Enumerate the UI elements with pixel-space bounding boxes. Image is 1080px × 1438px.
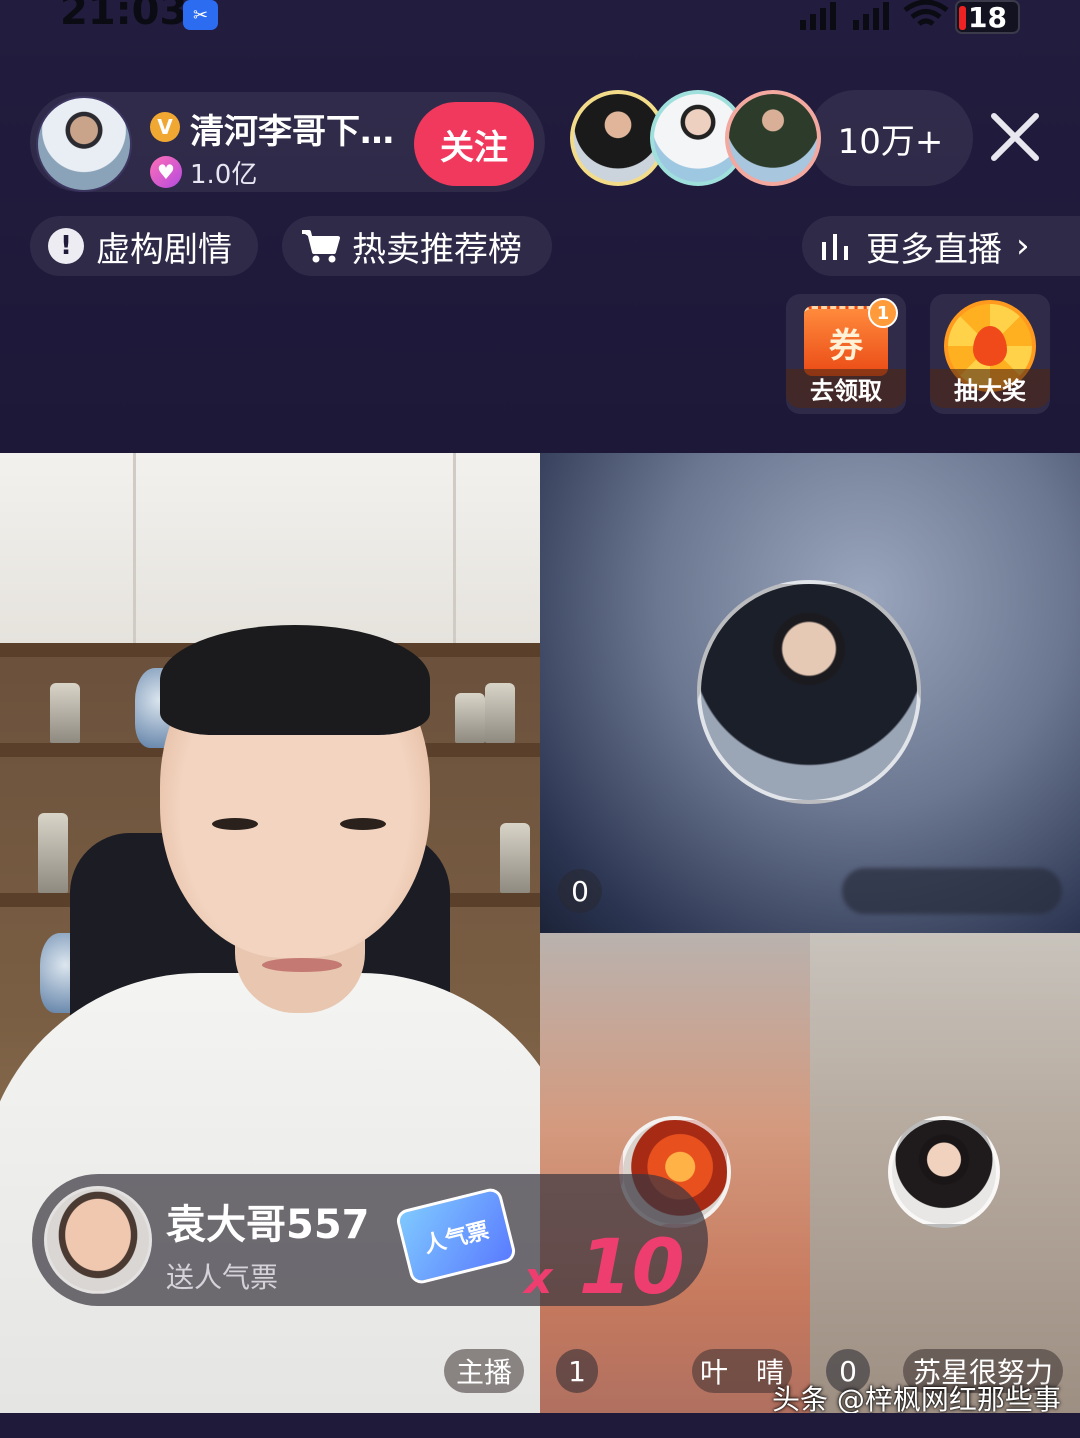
battery-indicator: 18 <box>955 0 1020 34</box>
gifter-name: 袁大哥557 <box>166 1202 370 1248</box>
signal-icon <box>800 2 836 30</box>
wall-panel-line <box>133 453 136 643</box>
follow-button[interactable]: 关注 <box>414 102 534 186</box>
guest1-avatar[interactable] <box>697 580 921 804</box>
lottery-widget[interactable]: 抽大奖 <box>930 294 1050 414</box>
host-mouth <box>262 958 342 972</box>
more-live-label: 更多直播 <box>866 229 1002 270</box>
gift-description: 送人气票 <box>166 1261 279 1294</box>
coupon-label: 去领取 <box>786 369 906 408</box>
close-icon[interactable] <box>988 110 1042 164</box>
cart-icon <box>302 230 340 263</box>
likes-count: 1.0亿 <box>190 160 258 190</box>
top-viewer-avatar-3[interactable] <box>725 90 821 186</box>
trophy <box>38 813 68 893</box>
screen-record-icon: ✂ <box>183 0 218 30</box>
heart-icon: ♥ <box>150 156 182 188</box>
host-hair <box>160 625 430 735</box>
background-wall <box>0 453 540 643</box>
bottom-strip <box>0 1413 1080 1438</box>
guest3-avatar[interactable] <box>888 1116 1000 1228</box>
chevron-right-icon: › <box>1016 226 1030 266</box>
multiplier-value: 10 <box>578 1222 685 1311</box>
viewer-count[interactable]: 10万+ <box>808 90 973 186</box>
multiplier-prefix: x <box>524 1253 553 1304</box>
wifi-icon <box>903 0 949 26</box>
trophy <box>500 823 530 893</box>
more-live-button[interactable]: 更多直播 › <box>802 216 1080 276</box>
verified-icon: V <box>150 112 180 142</box>
guest1-score: 0 <box>558 869 602 913</box>
trophy <box>50 683 80 743</box>
coupon-badge: 1 <box>868 298 898 328</box>
exclamation-icon: ! <box>48 228 84 264</box>
host-eye <box>340 818 386 830</box>
bars-icon <box>822 234 848 260</box>
guest1-name-blurred <box>842 868 1062 914</box>
coupon-widget[interactable]: 券 1 去领取 <box>786 294 906 414</box>
trophy <box>455 693 485 743</box>
host-label: 主播 <box>444 1349 524 1393</box>
lottery-label: 抽大奖 <box>930 369 1050 408</box>
host-eye <box>212 818 258 830</box>
hot-sales-button[interactable]: 热卖推荐榜 <box>282 216 552 276</box>
gifter-avatar[interactable] <box>44 1186 152 1294</box>
hot-sales-label: 热卖推荐榜 <box>352 229 522 270</box>
signal-icon-2 <box>853 2 889 30</box>
wall-panel-line <box>453 453 456 643</box>
guest2-score: 1 <box>556 1349 598 1393</box>
streamer-avatar[interactable] <box>36 96 132 192</box>
watermark: 头条 @梓枫网红那些事 <box>772 1383 1061 1416</box>
status-time: 21:03 <box>60 0 188 34</box>
fiction-tag-label: 虚构剧情 <box>96 229 232 270</box>
fiction-tag[interactable]: ! 虚构剧情 <box>30 216 258 276</box>
streamer-name[interactable]: 清河李哥下… <box>190 104 394 153</box>
gift-multiplier: x 10 <box>524 1222 685 1311</box>
trophy <box>485 683 515 743</box>
